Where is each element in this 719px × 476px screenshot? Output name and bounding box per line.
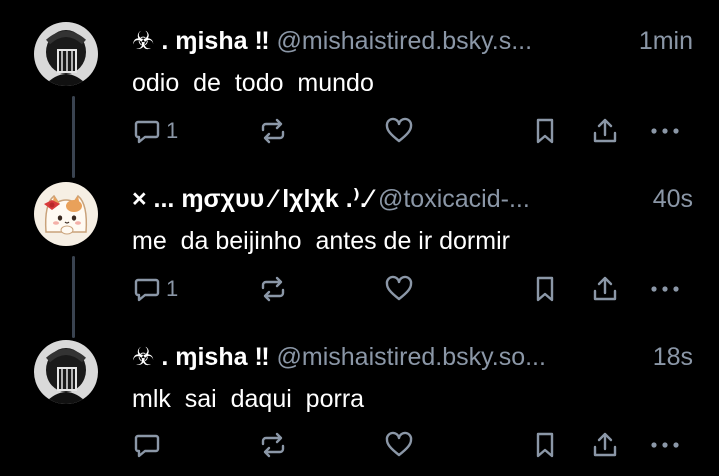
handle[interactable]: @toxicacid-... (378, 185, 530, 213)
like-button[interactable] (384, 114, 414, 148)
heart-icon (385, 117, 413, 143)
reply-icon (134, 434, 160, 458)
avatar-image (34, 182, 98, 246)
post-header: ☣ . ɱisha ‼ @mishaistired.bsky.so... (132, 342, 619, 372)
bookmark-icon (536, 118, 554, 144)
reply-button[interactable]: 1 (132, 272, 178, 306)
bookmark-icon (536, 276, 554, 302)
share-button[interactable] (590, 114, 620, 148)
reply-icon (134, 120, 160, 144)
like-button[interactable] (384, 428, 414, 462)
heart-icon (385, 275, 413, 301)
more-icon (651, 286, 679, 292)
timestamp[interactable]: 1min (639, 26, 693, 56)
repost-icon (261, 118, 285, 144)
thread-line-top (72, 160, 75, 178)
share-button[interactable] (590, 272, 620, 306)
heart-icon (385, 431, 413, 457)
thread-feed: ☣ . ɱisha ‼ @mishaistired.bsky.s... 1min… (0, 0, 719, 476)
handle[interactable]: @mishaistired.bsky.s... (277, 27, 533, 55)
avatar[interactable] (34, 340, 98, 404)
post-actions: 1 (132, 272, 692, 306)
more-icon (651, 128, 679, 134)
post-text: me da beijinho antes de ir dormir (132, 227, 510, 255)
bookmark-button[interactable] (530, 114, 560, 148)
avatar-image (34, 340, 98, 404)
avatar[interactable] (34, 182, 98, 246)
repost-icon (261, 276, 285, 302)
more-options-button[interactable] (648, 114, 682, 148)
bookmark-button[interactable] (530, 272, 560, 306)
display-name[interactable]: × ... ɱσχυυ ⁄ lχlχk .⁾.⁄ (132, 185, 371, 213)
reply-count: 1 (166, 118, 179, 143)
more-options-button[interactable] (648, 272, 682, 306)
share-button[interactable] (590, 428, 620, 462)
repost-icon (261, 432, 285, 458)
post-text: odio de todo mundo (132, 69, 374, 97)
post-3[interactable]: ☣ . ɱisha ‼ @mishaistired.bsky.so... 18s… (0, 320, 719, 476)
more-icon (651, 442, 679, 448)
avatar[interactable] (34, 22, 98, 86)
post-actions: 1 (132, 114, 692, 148)
post-actions (132, 428, 692, 462)
reply-icon (134, 278, 160, 302)
thread-line (72, 96, 75, 164)
repost-button[interactable] (258, 272, 288, 306)
bookmark-button[interactable] (530, 428, 560, 462)
reply-button[interactable]: 1 (132, 114, 178, 148)
display-name[interactable]: ☣ . ɱisha ‼ (132, 343, 270, 371)
repost-button[interactable] (258, 428, 288, 462)
reply-button[interactable] (132, 428, 166, 462)
post-text: mlk sai daqui porra (132, 385, 365, 413)
share-icon (593, 118, 617, 143)
avatar-image (34, 22, 98, 86)
timestamp[interactable]: 18s (653, 342, 693, 372)
thread-line (72, 256, 75, 324)
repost-button[interactable] (258, 114, 288, 148)
share-icon (593, 432, 617, 457)
thread-line-top (72, 320, 75, 338)
post-header: ☣ . ɱisha ‼ @mishaistired.bsky.s... (132, 26, 599, 56)
share-icon (593, 276, 617, 301)
timestamp[interactable]: 40s (653, 184, 693, 214)
display-name[interactable]: ☣ . ɱisha ‼ (132, 27, 270, 55)
post-1[interactable]: ☣ . ɱisha ‼ @mishaistired.bsky.s... 1min… (0, 0, 719, 164)
handle[interactable]: @mishaistired.bsky.so... (277, 343, 546, 371)
more-options-button[interactable] (648, 428, 682, 462)
like-button[interactable] (384, 272, 414, 306)
post-2[interactable]: × ... ɱσχυυ ⁄ lχlχk .⁾.⁄ @toxicacid-... … (0, 160, 719, 324)
reply-count: 1 (166, 276, 179, 301)
bookmark-icon (536, 432, 554, 458)
post-header: × ... ɱσχυυ ⁄ lχlχk .⁾.⁄ @toxicacid-... (132, 184, 609, 214)
